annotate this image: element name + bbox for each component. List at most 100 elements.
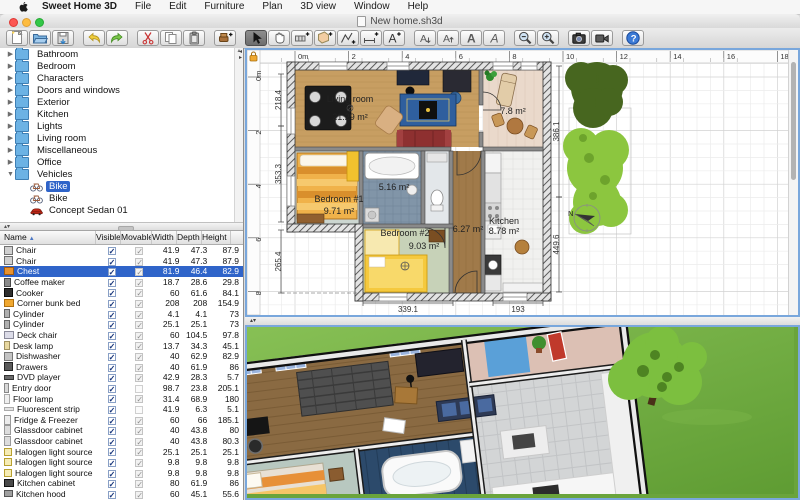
visible-checkbox[interactable]: ✓ [108, 417, 116, 425]
splitter-grip[interactable] [118, 226, 134, 231]
expand-icon[interactable]: ▶ [6, 86, 15, 94]
copy-button[interactable] [160, 30, 182, 46]
open-button[interactable] [29, 30, 51, 46]
visible-checkbox[interactable]: ✓ [108, 374, 116, 382]
furniture-row-glassdoor-cabinet-18[interactable]: Glassdoor cabinet✓✓4043.880.3 [0, 436, 243, 447]
furniture-row-chair-0[interactable]: Chair✓✓41.947.387.9 [0, 245, 243, 256]
view-3d[interactable] [245, 325, 800, 500]
create-photo-button[interactable] [568, 30, 590, 46]
menu-3d-view[interactable]: 3D view [291, 0, 345, 14]
furniture-row-kitchen-cabinet-22[interactable]: Kitchen cabinet✓✓8061.986 [0, 478, 243, 489]
movable-checkbox[interactable] [135, 385, 143, 393]
expand-icon[interactable]: ▶ [6, 62, 15, 70]
furniture-list[interactable]: Name▲VisibleMovableWidthDepthHeightChair… [0, 231, 243, 500]
visible-checkbox[interactable]: ✓ [108, 279, 116, 287]
vertical-splitter-arrows[interactable]: ◂▸ [239, 49, 245, 61]
movable-checkbox[interactable]: ✓ [135, 374, 143, 382]
apple-icon[interactable] [18, 1, 29, 13]
expand-icon[interactable]: ▶ [6, 50, 15, 58]
menu-help[interactable]: Help [399, 0, 438, 14]
movable-checkbox[interactable]: ✓ [135, 311, 143, 319]
catalog-category-living-room[interactable]: ▶Living room [0, 132, 243, 144]
movable-checkbox[interactable]: ✓ [135, 247, 143, 255]
furniture-row-cooker-4[interactable]: Cooker✓✓6061.684.1 [0, 287, 243, 298]
view-3d-canvas[interactable] [247, 327, 794, 494]
expand-icon[interactable]: ▶ [6, 146, 15, 154]
furniture-row-floor-lamp-14[interactable]: Floor lamp✓✓31.468.9180 [0, 393, 243, 404]
movable-checkbox[interactable]: ✓ [135, 342, 143, 350]
column-header-height[interactable]: Height [202, 231, 231, 244]
expand-icon[interactable]: ▶ [6, 158, 15, 166]
plan-scrollbar[interactable] [788, 50, 798, 315]
furniture-row-cylinder-7[interactable]: Cylinder✓✓25.125.173 [0, 319, 243, 330]
expand-icon[interactable]: ▶ [6, 74, 15, 82]
visible-checkbox[interactable]: ✓ [108, 364, 116, 372]
catalog-category-bathroom[interactable]: ▶Bathroom [0, 48, 243, 60]
catalog-item-bike[interactable]: Bike [0, 180, 243, 192]
movable-checkbox[interactable]: ✓ [135, 480, 143, 488]
visible-checkbox[interactable]: ✓ [108, 406, 116, 414]
visible-checkbox[interactable]: ✓ [108, 459, 116, 467]
column-header-depth[interactable]: Depth [177, 231, 202, 244]
menu-window[interactable]: Window [345, 0, 399, 14]
furniture-row-glassdoor-cabinet-17[interactable]: Glassdoor cabinet✓✓4043.880 [0, 425, 243, 436]
catalog-table-splitter[interactable]: ▴▾ [0, 222, 243, 231]
pan-button[interactable] [268, 30, 290, 46]
visible-checkbox[interactable]: ✓ [108, 448, 116, 456]
catalog-category-office[interactable]: ▶Office [0, 156, 243, 168]
create-dimensions-button[interactable] [360, 30, 382, 46]
expand-icon[interactable]: ▶ [6, 110, 15, 118]
plan-3d-splitter[interactable]: ▴▾ [245, 317, 800, 325]
furniture-row-fluorescent-strip-15[interactable]: Fluorescent strip✓41.96.35.1 [0, 404, 243, 415]
movable-checkbox[interactable]: ✓ [135, 395, 143, 403]
visible-checkbox[interactable]: ✓ [108, 470, 116, 478]
create-video-button[interactable] [591, 30, 613, 46]
furniture-row-desk-lamp-9[interactable]: Desk lamp✓✓13.734.345.1 [0, 340, 243, 351]
catalog-category-vehicles[interactable]: ▼Vehicles [0, 168, 243, 180]
movable-checkbox[interactable]: ✓ [135, 289, 143, 297]
visible-checkbox[interactable]: ✓ [108, 427, 116, 435]
movable-checkbox[interactable]: ✓ [135, 438, 143, 446]
furniture-row-halogen-light-source-21[interactable]: Halogen light source✓✓9.89.89.8 [0, 467, 243, 478]
plan-drawing[interactable]: 0m246810121416180m2468NLiving room21.29 … [247, 50, 789, 315]
create-rooms-button[interactable] [314, 30, 336, 46]
visible-checkbox[interactable]: ✓ [108, 247, 116, 255]
furniture-row-deck-chair-8[interactable]: Deck chair✓✓60104.597.8 [0, 330, 243, 341]
menu-furniture[interactable]: Furniture [195, 0, 253, 14]
visible-checkbox[interactable]: ✓ [108, 353, 116, 361]
movable-checkbox[interactable]: ✓ [135, 448, 143, 456]
catalog-item-concept-sedan-01[interactable]: Concept Sedan 01 [0, 204, 243, 216]
toggle-bold-button[interactable]: A [460, 30, 482, 46]
catalog-category-doors-and-windows[interactable]: ▶Doors and windows [0, 84, 243, 96]
furniture-row-halogen-light-source-19[interactable]: Halogen light source✓✓25.125.125.1 [0, 446, 243, 457]
plan-view[interactable]: 0m246810121416180m2468NLiving room21.29 … [245, 48, 800, 317]
zoom-out-button[interactable] [514, 30, 536, 46]
catalog-category-exterior[interactable]: ▶Exterior [0, 96, 243, 108]
column-header-width[interactable]: Width [152, 231, 177, 244]
title-bar[interactable]: New home.sh3d [0, 14, 800, 29]
visible-checkbox[interactable]: ✓ [108, 311, 116, 319]
paste-button[interactable] [183, 30, 205, 46]
column-header-name[interactable]: Name▲ [0, 231, 96, 244]
furniture-row-coffee-maker-3[interactable]: Coffee maker✓✓18.728.629.8 [0, 277, 243, 288]
plan-canvas[interactable]: 0m246810121416180m2468NLiving room21.29 … [247, 50, 798, 317]
undo-button[interactable] [83, 30, 105, 46]
movable-checkbox[interactable]: ✓ [135, 268, 143, 276]
create-polylines-button[interactable] [337, 30, 359, 46]
visible-checkbox[interactable]: ✓ [108, 342, 116, 350]
menu-edit[interactable]: Edit [160, 0, 195, 14]
catalog-scrollbar[interactable]: ▴ [234, 48, 243, 222]
catalog-category-lights[interactable]: ▶Lights [0, 120, 243, 132]
catalog-category-miscellaneous[interactable]: ▶Miscellaneous [0, 144, 243, 156]
zoom-in-button[interactable] [537, 30, 559, 46]
expand-icon[interactable]: ▶ [6, 122, 15, 130]
visible-checkbox[interactable]: ✓ [108, 289, 116, 297]
movable-checkbox[interactable]: ✓ [135, 427, 143, 435]
movable-checkbox[interactable]: ✓ [135, 470, 143, 478]
catalog-category-bedroom[interactable]: ▶Bedroom [0, 60, 243, 72]
column-header-visible[interactable]: Visible [96, 231, 121, 244]
furniture-row-kitchen-hood-23[interactable]: Kitchen hood✓✓6045.155.6 [0, 489, 243, 500]
select-button[interactable] [245, 30, 267, 46]
collapse-icon[interactable]: ▼ [6, 171, 15, 178]
toggle-italic-button[interactable]: A [483, 30, 505, 46]
